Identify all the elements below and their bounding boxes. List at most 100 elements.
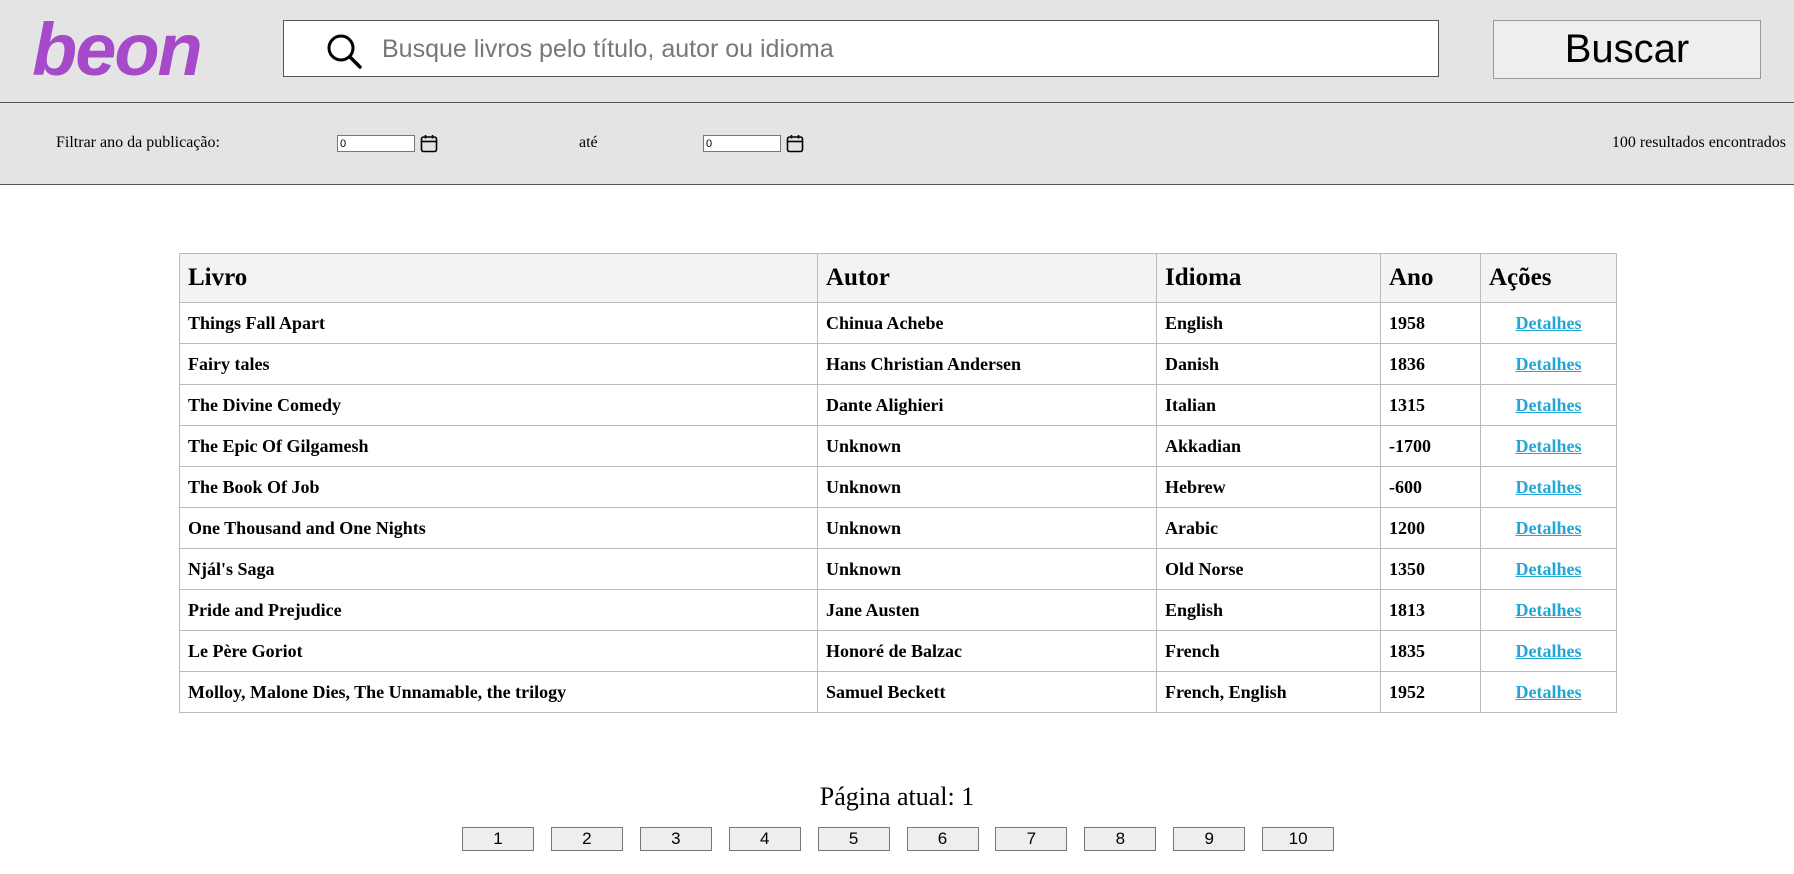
details-link[interactable]: Detalhes (1489, 477, 1608, 498)
actions-cell: Detalhes (1480, 384, 1617, 426)
language-cell: Hebrew (1156, 466, 1381, 508)
year-cell: 1835 (1380, 630, 1481, 672)
year-filter-label: Filtrar ano da publicação: (56, 134, 220, 151)
page-button-7[interactable]: 7 (995, 827, 1068, 851)
year-cell: -600 (1380, 466, 1481, 508)
book-cell: Njál's Saga (179, 548, 818, 590)
results-count: 100 resultados encontrados (1611, 134, 1786, 151)
table-row: Pride and Prejudice Jane Austen English 181… (179, 589, 1617, 631)
author-cell: Honoré de Balzac (817, 630, 1157, 672)
page-button-4[interactable]: 4 (728, 827, 801, 851)
details-link[interactable]: Detalhes (1489, 641, 1608, 662)
actions-cell: Detalhes (1480, 466, 1617, 508)
actions-cell: Detalhes (1480, 302, 1617, 344)
table-row: The Epic Of Gilgamesh Unknown Akkadian -170… (179, 425, 1617, 467)
language-cell: Arabic (1156, 507, 1381, 549)
books-table: Livro Autor Idioma Ano Ações Things Fall… (179, 253, 1617, 713)
page-button-9[interactable]: 9 (1173, 827, 1246, 851)
author-cell: Hans Christian Andersen (817, 343, 1157, 385)
language-cell: French, English (1156, 671, 1381, 713)
actions-cell: Detalhes (1480, 343, 1617, 385)
actions-cell: Detalhes (1480, 671, 1617, 713)
language-cell: French (1156, 630, 1381, 672)
pagination: 1 2 3 4 5 6 7 8 9 10 (0, 827, 1794, 851)
details-link[interactable]: Detalhes (1489, 518, 1608, 539)
table-row: The Divine Comedy Dante Alighieri Italian 1… (179, 384, 1617, 426)
language-cell: Akkadian (1156, 425, 1381, 467)
current-page-label: Página atual: 1 (819, 782, 975, 811)
details-link[interactable]: Detalhes (1489, 436, 1608, 457)
author-cell: Jane Austen (817, 589, 1157, 631)
actions-cell: Detalhes (1480, 548, 1617, 590)
actions-cell: Detalhes (1480, 630, 1617, 672)
language-cell: English (1156, 302, 1381, 344)
page-button-2[interactable]: 2 (550, 827, 623, 851)
details-link[interactable]: Detalhes (1489, 395, 1608, 416)
search-button[interactable]: Buscar (1493, 20, 1761, 79)
page-button-10[interactable]: 10 (1262, 827, 1335, 851)
actions-cell: Detalhes (1480, 507, 1617, 549)
column-header-language: Idioma (1156, 253, 1381, 303)
to-label: até (579, 134, 598, 151)
calendar-icon[interactable] (786, 134, 804, 153)
table-row: One Thousand and One Nights Unknown Arabic… (179, 507, 1617, 549)
search-box[interactable] (283, 20, 1439, 77)
year-cell: 1350 (1380, 548, 1481, 590)
search-input[interactable] (380, 27, 1424, 71)
page-button-3[interactable]: 3 (639, 827, 712, 851)
table-row: Molloy, Malone Dies, The Unnamable, the … (179, 671, 1617, 713)
year-cell: -1700 (1380, 425, 1481, 467)
page-button-5[interactable]: 5 (817, 827, 890, 851)
search-icon (327, 34, 362, 69)
column-header-author: Autor (817, 253, 1157, 303)
actions-cell: Detalhes (1480, 589, 1617, 631)
year-cell: 1958 (1380, 302, 1481, 344)
book-cell: The Divine Comedy (179, 384, 818, 426)
details-link[interactable]: Detalhes (1489, 354, 1608, 375)
table-row: Fairy tales Hans Christian Andersen Danish… (179, 343, 1617, 385)
year-cell: 1952 (1380, 671, 1481, 713)
calendar-icon[interactable] (420, 134, 438, 153)
language-cell: Italian (1156, 384, 1381, 426)
book-cell: The Epic Of Gilgamesh (179, 425, 818, 467)
details-link[interactable]: Detalhes (1489, 600, 1608, 621)
actions-cell: Detalhes (1480, 425, 1617, 467)
column-header-year: Ano (1380, 253, 1481, 303)
year-cell: 1200 (1380, 507, 1481, 549)
table-row: Njál's Saga Unknown Old Norse 1350 Detalhes (179, 548, 1617, 590)
book-cell: The Book Of Job (179, 466, 818, 508)
table-row: Things Fall Apart Chinua Achebe English 195… (179, 302, 1617, 344)
page-button-6[interactable]: 6 (906, 827, 979, 851)
top-bar: beon Buscar (0, 0, 1794, 103)
author-cell: Unknown (817, 548, 1157, 590)
year-cell: 1315 (1380, 384, 1481, 426)
language-cell: English (1156, 589, 1381, 631)
author-cell: Unknown (817, 507, 1157, 549)
author-cell: Samuel Beckett (817, 671, 1157, 713)
year-cell: 1813 (1380, 589, 1481, 631)
book-cell: Molloy, Malone Dies, The Unnamable, the … (179, 671, 818, 713)
language-cell: Old Norse (1156, 548, 1381, 590)
page-button-8[interactable]: 8 (1084, 827, 1157, 851)
logo[interactable]: beon (32, 2, 203, 98)
author-cell: Chinua Achebe (817, 302, 1157, 344)
author-cell: Unknown (817, 466, 1157, 508)
table-row: Le Père Goriot Honoré de Balzac French 1835… (179, 630, 1617, 672)
author-cell: Dante Alighieri (817, 384, 1157, 426)
book-cell: Fairy tales (179, 343, 818, 385)
details-link[interactable]: Detalhes (1489, 682, 1608, 703)
book-cell: Things Fall Apart (179, 302, 818, 344)
page-button-1[interactable]: 1 (462, 827, 534, 851)
column-header-actions: Ações (1480, 253, 1617, 303)
book-cell: Pride and Prejudice (179, 589, 818, 631)
year-from-input[interactable] (337, 135, 415, 152)
filter-bar: Filtrar ano da publicação: até 100 resul… (0, 103, 1794, 185)
author-cell: Unknown (817, 425, 1157, 467)
language-cell: Danish (1156, 343, 1381, 385)
book-cell: One Thousand and One Nights (179, 507, 818, 549)
column-header-book: Livro (179, 253, 818, 303)
book-cell: Le Père Goriot (179, 630, 818, 672)
details-link[interactable]: Detalhes (1489, 559, 1608, 580)
year-to-input[interactable] (703, 135, 781, 152)
details-link[interactable]: Detalhes (1489, 313, 1608, 334)
